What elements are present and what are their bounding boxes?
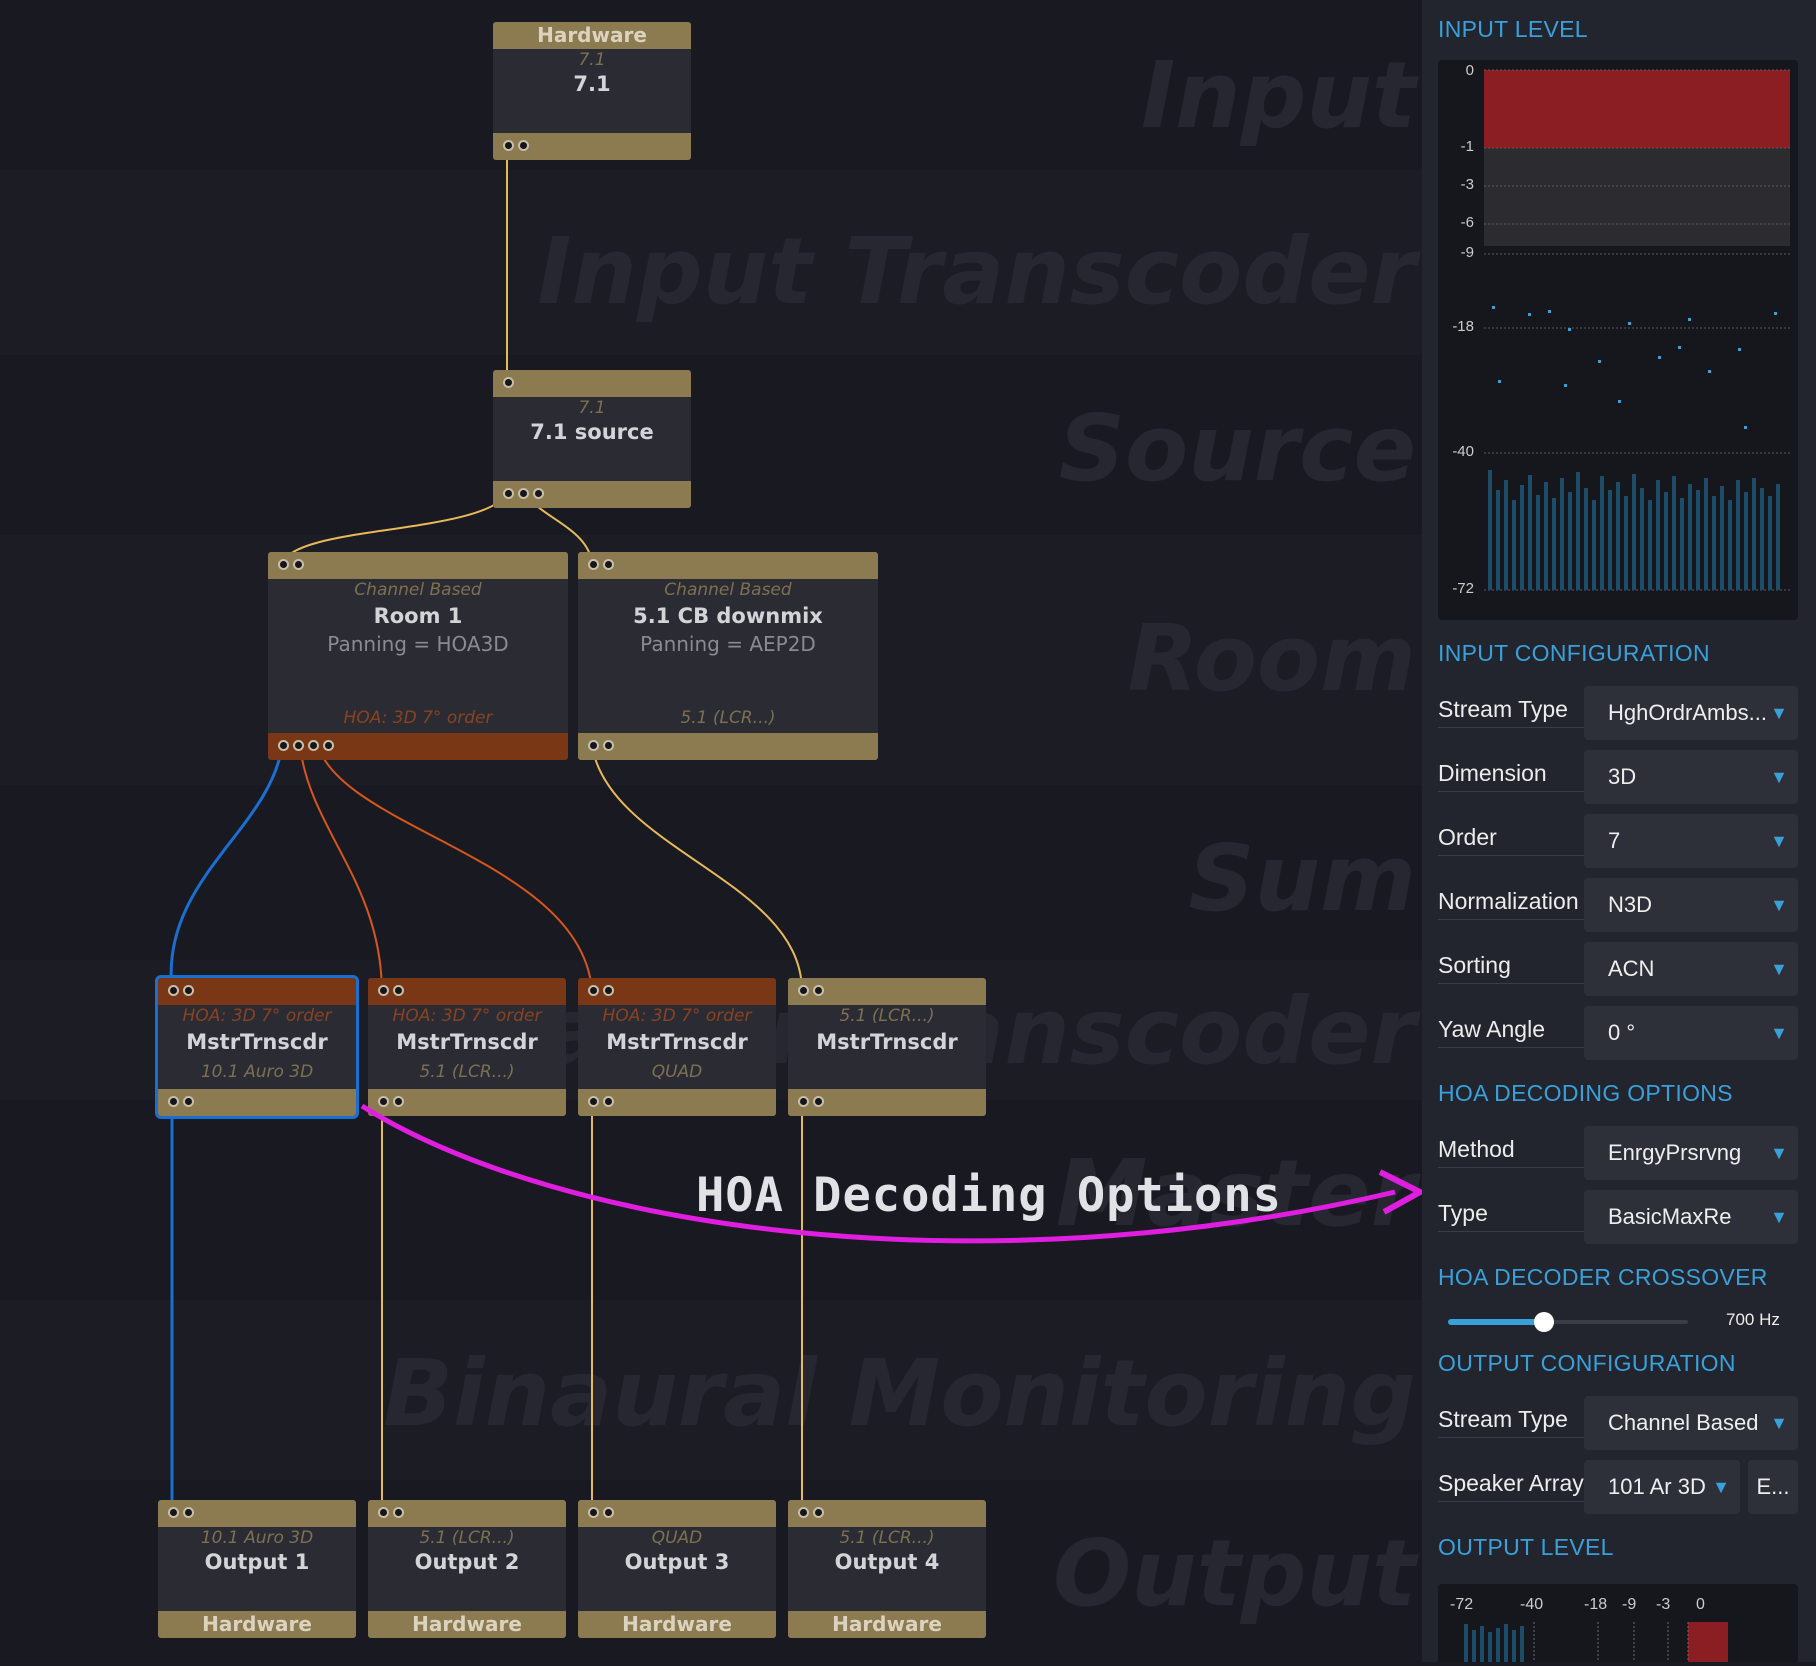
output-configuration-heading: OUTPUT CONFIGURATION	[1438, 1350, 1736, 1376]
input-level-heading: INPUT LEVEL	[1438, 16, 1588, 42]
chevron-down-icon: ▼	[1770, 959, 1788, 979]
type-dropdown[interactable]: BasicMaxRe ▼	[1584, 1190, 1798, 1244]
order-value: 7	[1608, 828, 1621, 853]
stream-type-dropdown[interactable]: HghOrdrAmbs... ▼	[1584, 686, 1798, 740]
input-configuration-heading: INPUT CONFIGURATION	[1438, 640, 1710, 666]
chevron-down-icon: ▼	[1770, 703, 1788, 723]
input-tick-2: -3	[1460, 176, 1474, 193]
sorting-value: ACN	[1608, 956, 1655, 981]
hoa-decoding-options-heading: HOA DECODING OPTIONS	[1438, 1080, 1733, 1106]
inspector-panel: INPUT LEVEL 0 -1 -3 -6 -9 -18 -40 -72 IN…	[1422, 0, 1816, 1662]
yaw-angle-label: Yaw Angle	[1438, 1016, 1586, 1048]
output-level-heading: OUTPUT LEVEL	[1438, 1534, 1614, 1560]
output-tick-1: -40	[1520, 1596, 1544, 1613]
output-stream-type-dropdown[interactable]: Channel Based ▼	[1584, 1396, 1798, 1450]
yaw-angle-value: 0 °	[1608, 1020, 1636, 1045]
output-tick-2: -18	[1584, 1596, 1608, 1613]
input-level-meter: 0 -1 -3 -6 -9 -18 -40 -72	[1438, 60, 1798, 620]
chevron-down-icon: ▼	[1770, 895, 1788, 915]
chevron-down-icon: ▼	[1770, 831, 1788, 851]
sorting-dropdown[interactable]: ACN ▼	[1584, 942, 1798, 996]
type-label: Type	[1438, 1200, 1586, 1232]
input-tick-5: -18	[1452, 318, 1474, 335]
chevron-down-icon: ▼	[1770, 1023, 1788, 1043]
dimension-dropdown[interactable]: 3D ▼	[1584, 750, 1798, 804]
input-tick-3: -6	[1460, 214, 1474, 231]
speaker-array-label: Speaker Array	[1438, 1470, 1586, 1502]
chevron-down-icon: ▼	[1770, 1413, 1788, 1433]
output-tick-0: -72	[1450, 1596, 1474, 1613]
input-tick-7: -72	[1452, 580, 1474, 597]
signal-graph-canvas[interactable]: Input Input Transcoder Source Room Sum M…	[0, 0, 1422, 1662]
method-value: EnrgyPrsrvng	[1608, 1140, 1742, 1165]
chevron-down-icon: ▼	[1770, 1207, 1788, 1227]
speaker-array-value: 101 Ar 3D	[1608, 1474, 1706, 1499]
crossover-value: 700 Hz	[1726, 1310, 1780, 1329]
sorting-label: Sorting	[1438, 952, 1586, 984]
method-dropdown[interactable]: EnrgyPrsrvng ▼	[1584, 1126, 1798, 1180]
output-tick-3: -9	[1622, 1596, 1637, 1613]
dimension-value: 3D	[1608, 764, 1637, 789]
normalization-label: Normalization	[1438, 888, 1586, 920]
output-stream-type-label: Stream Type	[1438, 1406, 1586, 1438]
input-tick-4: -9	[1460, 244, 1474, 261]
input-tick-6: -40	[1452, 443, 1474, 460]
chevron-down-icon: ▼	[1770, 1143, 1788, 1163]
annotation-label: HOA Decoding Options	[696, 1168, 1282, 1223]
hoa-decoder-crossover-heading: HOA DECODER CROSSOVER	[1438, 1264, 1768, 1290]
crossover-slider-fill	[1448, 1319, 1544, 1325]
input-level-meter-graph	[1484, 69, 1790, 591]
dimension-label: Dimension	[1438, 760, 1586, 792]
annotation-arrow	[360, 1103, 1422, 1244]
stream-type-value: HghOrdrAmbs...	[1608, 700, 1767, 725]
chevron-down-icon: ▼	[1712, 1477, 1730, 1497]
method-label: Method	[1438, 1136, 1586, 1168]
input-tick-1: -1	[1460, 138, 1474, 155]
crossover-slider-thumb[interactable]	[1534, 1312, 1554, 1332]
output-tick-4: -3	[1656, 1596, 1671, 1613]
chevron-down-icon: ▼	[1770, 767, 1788, 787]
input-tick-0: 0	[1465, 62, 1474, 79]
output-level-meter-graph	[1464, 1622, 1728, 1662]
yaw-angle-dropdown[interactable]: 0 ° ▼	[1584, 1006, 1798, 1060]
speaker-array-dropdown[interactable]: 101 Ar 3D ▼	[1584, 1460, 1740, 1514]
stream-type-label: Stream Type	[1438, 696, 1586, 728]
speaker-array-edit-button[interactable]: E...	[1748, 1460, 1798, 1514]
output-tick-5: 0	[1696, 1596, 1705, 1613]
order-label: Order	[1438, 824, 1586, 856]
crossover-slider[interactable]	[1448, 1310, 1688, 1334]
output-stream-type-value: Channel Based	[1608, 1410, 1759, 1435]
normalization-dropdown[interactable]: N3D ▼	[1584, 878, 1798, 932]
type-value: BasicMaxRe	[1608, 1204, 1732, 1229]
order-dropdown[interactable]: 7 ▼	[1584, 814, 1798, 868]
output-level-meter: -72 -40 -18 -9 -3 0	[1438, 1584, 1798, 1662]
normalization-value: N3D	[1608, 892, 1653, 917]
